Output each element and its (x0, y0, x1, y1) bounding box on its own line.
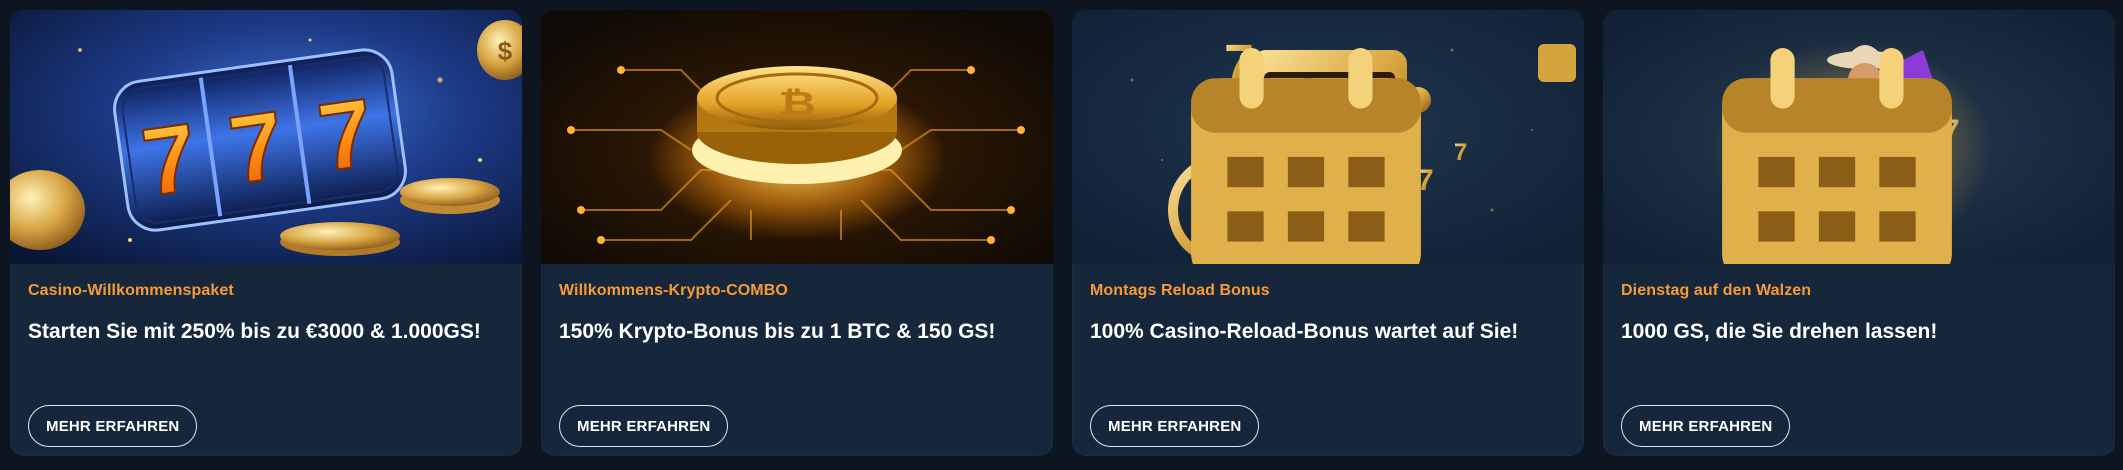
promo-card-body: Casino-Willkommenspaket Starten Sie mit … (10, 264, 522, 456)
promo-card-tuesday-reels[interactable]: 7 7 7 (1603, 10, 2115, 456)
slot-machine-image[interactable]: 7 7 7 7 7 7 (1072, 10, 1584, 264)
cowboy-mascot-image[interactable]: 7 7 7 (1603, 10, 2115, 264)
promo-category: Dienstag auf den Walzen (1621, 282, 1812, 299)
svg-text:$: $ (498, 36, 513, 66)
svg-text:₿: ₿ (778, 86, 815, 122)
promo-card-monday-reload[interactable]: 7 7 7 7 7 7 (1072, 10, 1584, 456)
promo-title: Starten Sie mit 250% bis zu €3000 & 1.00… (28, 320, 481, 343)
promo-category: Montags Reload Bonus (1090, 282, 1270, 299)
promo-title: 150% Krypto-Bonus bis zu 1 BTC & 150 GS! (559, 320, 996, 343)
promo-card-body: Willkommens-Krypto-COMBO 150% Krypto-Bon… (541, 264, 1053, 456)
promo-title: 1000 GS, die Sie drehen lassen! (1621, 320, 1938, 343)
learn-more-button[interactable]: MEHR ERFAHREN (28, 405, 198, 447)
bitcoin-coin-icon: ₿ (541, 10, 1053, 264)
promo-title: 100% Casino-Reload-Bonus wartet auf Sie! (1090, 320, 1519, 343)
promo-card-crypto-combo[interactable]: ₿ Willkommens-Krypto-COMBO 150% Krypto-B… (541, 10, 1053, 456)
promo-category: Willkommens-Krypto-COMBO (559, 282, 788, 299)
learn-more-button[interactable]: MEHR ERFAHREN (1621, 405, 1791, 447)
promo-card-body: Montags Reload Bonus 100% Casino-Reload-… (1072, 264, 1584, 456)
calendar-icon (1191, 48, 1421, 264)
promo-card-body: Dienstag auf den Walzen 1000 GS, die Sie… (1603, 264, 2115, 456)
learn-more-button[interactable]: MEHR ERFAHREN (1090, 405, 1260, 447)
slot-reels-777-icon: 7 7 7 $ (10, 10, 522, 264)
promotions-row: 7 7 7 $ Casino-Willkommenspaket Starten … (0, 0, 2123, 470)
calendar-icon (1722, 48, 1952, 264)
bitcoin-coin-image[interactable]: ₿ (541, 10, 1053, 264)
promo-card-welcome-package[interactable]: 7 7 7 $ Casino-Willkommenspaket Starten … (10, 10, 522, 456)
promo-category: Casino-Willkommenspaket (28, 282, 234, 299)
slot-reels-777-image[interactable]: 7 7 7 $ (10, 10, 522, 264)
learn-more-button[interactable]: MEHR ERFAHREN (559, 405, 729, 447)
